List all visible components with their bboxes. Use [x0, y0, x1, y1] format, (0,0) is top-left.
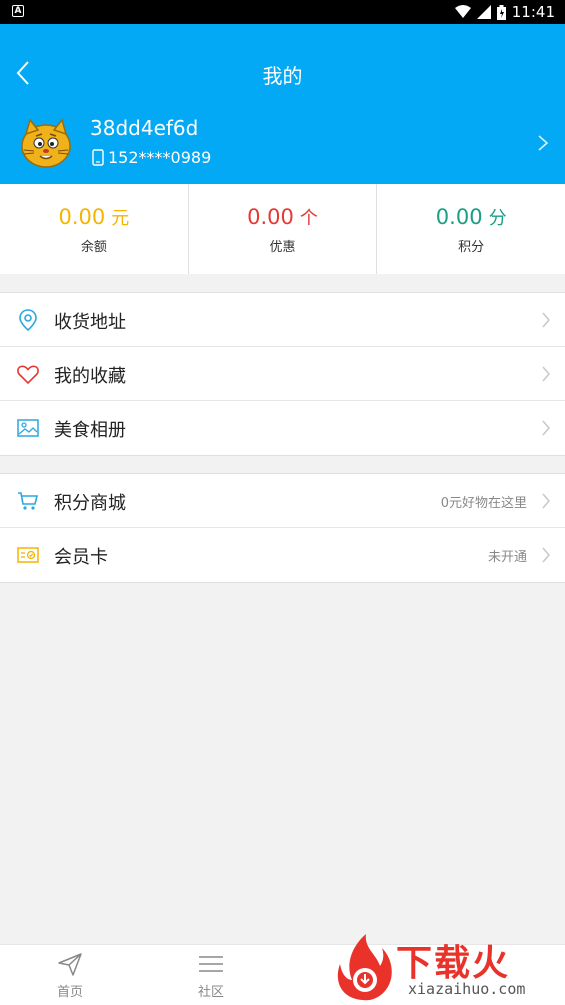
menu-item-food-album[interactable]: 美食相册 — [0, 401, 565, 455]
menu-label: 我的收藏 — [54, 366, 126, 387]
watermark-logo: 下载火 xiazaihuo.com — [330, 928, 565, 1005]
system-icons: 11:41 — [454, 3, 555, 21]
menu-note: 0元好物在这里 — [440, 496, 527, 511]
cart-icon — [18, 492, 39, 510]
tab-home[interactable]: 首页 — [30, 951, 110, 1000]
clock: 11:41 — [511, 3, 555, 21]
member-card-icon — [17, 547, 39, 563]
watermark-brand: 下载火 — [396, 943, 511, 984]
paper-plane-icon — [58, 953, 82, 976]
menu-item-address[interactable]: 收货地址 — [0, 293, 565, 347]
menu-item-points-mall[interactable]: 积分商城 0元好物在这里 — [0, 474, 565, 528]
chevron-right-icon — [542, 547, 550, 563]
tab-community[interactable]: 社区 — [171, 951, 251, 1000]
chevron-right-icon — [538, 135, 549, 151]
stat-points[interactable]: 0.00 分 积分 — [377, 184, 565, 274]
account-stats: 0.00 元 余额 0.00 个 优惠 0.00 分 积分 — [0, 184, 565, 274]
tab-label: 首页 — [56, 985, 83, 1000]
mobile-phone-icon — [92, 149, 104, 166]
location-pin-icon — [19, 309, 37, 332]
photo-icon — [17, 419, 39, 437]
wifi-icon — [454, 5, 471, 18]
page-title: 我的 — [262, 64, 303, 88]
menu-label: 收货地址 — [54, 312, 126, 333]
status-bar: A 11:41 — [0, 0, 565, 24]
coupons-unit: 个 — [299, 208, 318, 229]
profile-card[interactable]: 38dd4ef6d 152****0989 — [0, 110, 565, 184]
points-unit: 分 — [488, 208, 507, 229]
menu-item-favorites[interactable]: 我的收藏 — [0, 347, 565, 401]
battery-icon — [496, 4, 506, 20]
chevron-right-icon — [542, 312, 550, 328]
menu-label: 美食相册 — [54, 420, 126, 441]
profile-header: 我的 38dd4ef6d 152****0989 — [0, 24, 565, 184]
stat-balance[interactable]: 0.00 元 余额 — [0, 184, 189, 274]
heart-icon — [17, 365, 39, 385]
menu-group-profile: 收货地址 我的收藏 美食相册 — [0, 292, 565, 456]
signal-icon — [476, 5, 491, 19]
notification-a-icon: A — [12, 5, 24, 17]
points-label: 积分 — [458, 240, 485, 255]
menu-item-member-card[interactable]: 会员卡 未开通 — [0, 528, 565, 582]
points-value: 0.00 — [435, 205, 483, 229]
menu-label: 会员卡 — [54, 547, 108, 568]
menu-label: 积分商城 — [54, 493, 126, 514]
coupons-value: 0.00 — [247, 205, 294, 229]
balance-label: 余额 — [80, 240, 107, 255]
menu-group-rewards: 积分商城 0元好物在这里 会员卡 未开通 — [0, 473, 565, 583]
tab-label: 社区 — [197, 985, 224, 1000]
phone-row: 152****0989 — [92, 148, 211, 167]
phone-number: 152****0989 — [108, 148, 212, 167]
chevron-right-icon — [542, 366, 550, 382]
menu-lines-icon — [199, 956, 223, 972]
balance-value: 0.00 — [58, 205, 106, 229]
avatar[interactable] — [18, 114, 74, 170]
stat-coupons[interactable]: 0.00 个 优惠 — [189, 184, 378, 274]
coupons-label: 优惠 — [269, 240, 296, 255]
username: 38dd4ef6d — [90, 116, 199, 140]
menu-note: 未开通 — [487, 550, 527, 565]
watermark-domain: xiazaihuo.com — [408, 980, 526, 998]
chevron-right-icon — [542, 420, 550, 436]
chevron-right-icon — [542, 493, 550, 509]
flame-logo-icon — [337, 934, 392, 1001]
balance-unit: 元 — [111, 208, 130, 229]
